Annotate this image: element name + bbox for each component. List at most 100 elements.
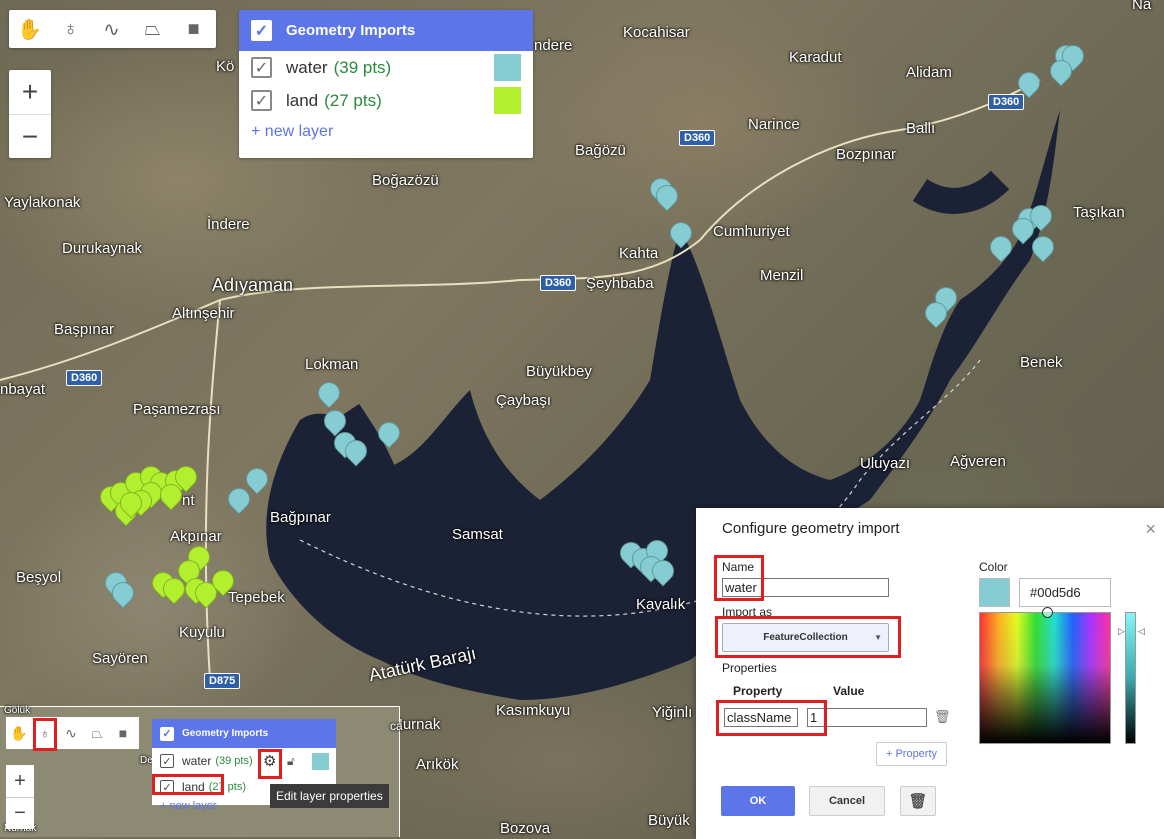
place-label: ndere	[534, 37, 573, 54]
tooltip: Edit layer properties	[270, 784, 389, 808]
road-shield: D360	[66, 370, 103, 386]
point-marker-icon[interactable]: ♁	[50, 10, 91, 48]
check-icon[interactable]: ✓	[251, 20, 272, 41]
add-property-button[interactable]: + Property	[876, 742, 947, 766]
line-tool-icon[interactable]: ∿	[91, 10, 132, 48]
polygon-tool-icon[interactable]: ⏢	[132, 10, 173, 48]
zoom-out-button[interactable]: −	[6, 797, 34, 829]
properties-label: Properties	[722, 661, 777, 675]
inset-toolbar: ✋ ♁ ∿ ⏢ ■	[6, 717, 139, 749]
road-shield: D360	[679, 130, 716, 146]
highlight-box	[716, 700, 827, 736]
check-icon[interactable]: ✓	[160, 726, 174, 741]
rectangle-tool-icon[interactable]: ■	[173, 10, 214, 48]
place-label: Bozova	[500, 820, 551, 837]
place-label: Bağözü	[575, 142, 626, 159]
place-label: ca	[390, 719, 403, 733]
highlight-box	[33, 718, 57, 751]
place-label: Alidam	[906, 64, 952, 81]
road-shield: D875	[204, 673, 241, 689]
dialog-title: Configure geometry import	[722, 520, 900, 537]
place-label: Altınşehir	[172, 305, 235, 322]
trash-icon[interactable]: 🗑︎	[900, 786, 936, 816]
cancel-button[interactable]: Cancel	[809, 786, 885, 816]
shade-slider[interactable]	[1125, 612, 1136, 744]
place-label: Kavalık	[636, 596, 686, 613]
color-picker-knob[interactable]	[1042, 607, 1053, 618]
place-label: Narince	[748, 116, 800, 133]
place-label: Yiğinlı	[652, 704, 693, 721]
place-label: Akpınar	[170, 528, 222, 545]
trash-icon[interactable]: 🗑︎	[934, 709, 951, 725]
place-label: nbayat	[0, 381, 46, 398]
layer-color-swatch[interactable]	[494, 87, 521, 114]
hand-tool-icon[interactable]: ✋	[9, 10, 50, 48]
road-shield: D360	[988, 94, 1025, 110]
place-label: Durukaynak	[62, 240, 143, 257]
place-label: Benek	[1020, 354, 1063, 371]
place-label: Bağpınar	[270, 509, 331, 526]
layer-row-water[interactable]: ✓ water (39 pts)	[239, 51, 533, 84]
geometry-imports-header[interactable]: ✓ Geometry Imports	[239, 10, 533, 51]
place-label: Kahta	[619, 245, 659, 262]
layer-name: land	[286, 90, 319, 110]
place-label: Büyükbey	[526, 363, 592, 380]
place-label: Bozpınar	[836, 146, 897, 163]
place-label: nt	[182, 492, 195, 509]
place-label: Tepebek	[228, 589, 285, 606]
check-icon[interactable]: ✓	[251, 90, 272, 111]
place-label: Kasımkuyu	[496, 702, 571, 719]
place-label: Arıkök	[416, 756, 459, 773]
place-label: Gölük	[4, 705, 31, 716]
place-label: Sayören	[92, 650, 148, 667]
property-header: Property	[733, 684, 783, 698]
place-label: Adıyaman	[212, 275, 294, 295]
place-label: Na	[1132, 0, 1152, 13]
ok-button[interactable]: OK	[721, 786, 795, 816]
place-label: Büyük	[648, 812, 690, 829]
place-label: Paşamezrası	[133, 401, 221, 418]
place-label: Şeyhbaba	[586, 275, 654, 292]
layer-color-swatch[interactable]	[312, 752, 329, 770]
line-tool-icon[interactable]: ∿	[58, 717, 84, 749]
check-icon[interactable]: ✓	[160, 754, 174, 768]
check-icon[interactable]: ✓	[251, 57, 272, 78]
place-label: Taşıkan	[1073, 204, 1125, 221]
place-label: Menzil	[760, 267, 804, 284]
layer-row-land[interactable]: ✓ land (27 pts)	[239, 84, 533, 117]
close-icon[interactable]: ×	[1145, 519, 1156, 540]
place-label: Kocahisar	[623, 24, 690, 41]
layer-count: (39 pts)	[333, 57, 392, 77]
place-label: Cumhuriyet	[713, 223, 790, 240]
color-picker-area[interactable]	[979, 607, 1111, 744]
geometry-imports-title: Geometry Imports	[286, 22, 416, 39]
inset-geometry-title: Geometry Imports	[182, 728, 269, 739]
zoom-out-button[interactable]: −	[9, 114, 51, 158]
place-label: Karadut	[789, 49, 842, 66]
highlight-box	[715, 616, 901, 658]
place-label: Uluyazı	[860, 455, 911, 472]
inset-geometry-header[interactable]: ✓ Geometry Imports	[152, 719, 336, 748]
highlight-box	[258, 749, 282, 779]
layer-name: water	[286, 57, 328, 77]
layer-count: (39 pts)	[215, 755, 253, 767]
highlight-box	[152, 774, 224, 795]
layer-color-swatch[interactable]	[494, 54, 521, 81]
highway-line	[204, 299, 221, 681]
place-label: Yaylakonak	[4, 194, 81, 211]
zoom-control: + −	[9, 70, 51, 158]
geometry-imports-panel: ✓ Geometry Imports ✓ water (39 pts) ✓ la…	[239, 10, 533, 158]
place-label: Kö	[216, 58, 235, 75]
hand-tool-icon[interactable]: ✋	[6, 717, 32, 749]
new-layer-link[interactable]: + new layer	[239, 117, 533, 147]
zoom-in-button[interactable]: +	[9, 70, 51, 114]
inset-layer-water[interactable]: ✓ water (39 pts) ⚙ 🔓︎	[152, 748, 336, 774]
rectangle-tool-icon[interactable]: ■	[110, 717, 136, 749]
polygon-tool-icon[interactable]: ⏢	[84, 717, 110, 749]
lock-icon[interactable]: 🔓︎	[287, 754, 295, 769]
color-hex-field[interactable]: #00d5d6	[1019, 578, 1111, 607]
place-label: Ballı	[906, 120, 936, 137]
slider-arrow-icon: ▷	[1118, 626, 1125, 636]
place-label: Lokman	[305, 356, 359, 373]
zoom-in-button[interactable]: +	[6, 765, 34, 797]
